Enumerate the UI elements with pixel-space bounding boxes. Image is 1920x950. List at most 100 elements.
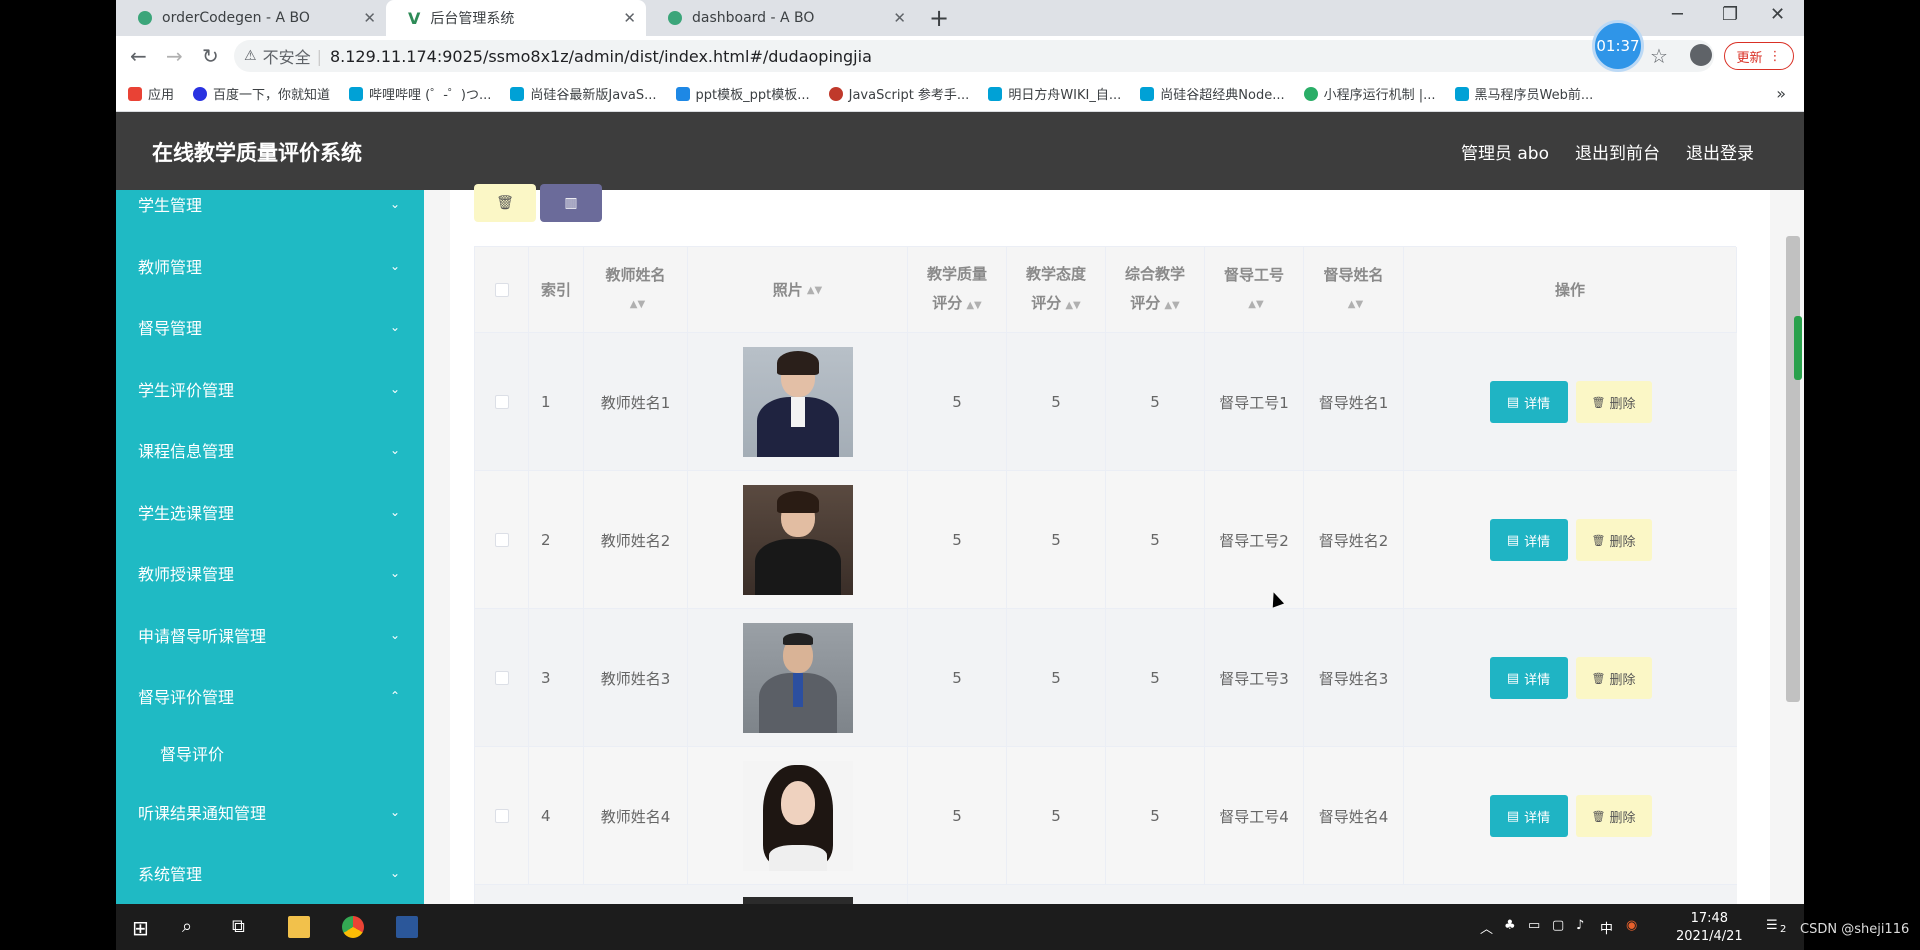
file-explorer-icon[interactable] xyxy=(288,916,310,938)
task-view-icon[interactable]: ⧉ xyxy=(232,916,245,937)
restore-icon[interactable]: ❐ xyxy=(1722,4,1738,25)
teacher-photo[interactable] xyxy=(742,761,853,871)
detail-button[interactable]: ▤ 详情 xyxy=(1489,795,1568,837)
delete-button[interactable]: 🗑 删除 xyxy=(1575,381,1652,423)
exit-to-front-link[interactable]: 退出到前台 xyxy=(1575,139,1660,164)
bookmark-baidu[interactable]: 百度一下，你就知道 xyxy=(193,84,330,103)
bookmark-ppt[interactable]: ppt模板_ppt模板... xyxy=(675,84,810,103)
tray-security-icon[interactable]: ◉ xyxy=(1626,918,1637,933)
sidebar-item-teachers[interactable]: 教师管理 ⌄ xyxy=(116,246,424,286)
row-checkbox[interactable] xyxy=(494,809,509,823)
bookmark-apps[interactable]: 应用 xyxy=(128,84,174,103)
header-quality-score[interactable]: 教学质量 评分 ▲▼ xyxy=(908,247,1007,333)
page-scrollbar[interactable] xyxy=(1786,236,1800,702)
close-window-icon[interactable]: ✕ xyxy=(1770,4,1785,25)
search-icon[interactable]: ⌕ xyxy=(182,916,192,937)
chrome-icon[interactable] xyxy=(342,916,364,938)
sidebar-item-teaching-assignments[interactable]: 教师授课管理 ⌄ xyxy=(116,553,424,593)
address-bar[interactable]: ⚠ 不安全 | 8.129.11.174:9025/ssmo8x1z/admin… xyxy=(234,40,1714,72)
sidebar-item-system[interactable]: 系统管理 ⌄ xyxy=(116,853,424,893)
header-label: 评分 xyxy=(1031,294,1062,312)
sidebar-item-courses[interactable]: 课程信息管理 ⌄ xyxy=(116,430,424,470)
bookmark-arknights[interactable]: 明日方舟WIKI_自... xyxy=(988,84,1121,103)
sort-icon[interactable]: ▲▼ xyxy=(807,276,822,305)
sidebar-subitem-supervisor-evaluation[interactable]: 督导评价 xyxy=(116,733,424,773)
insecure-label: 不安全 xyxy=(262,48,311,67)
sidebar-item-result-notifications[interactable]: 听课结果通知管理 ⌄ xyxy=(116,792,424,832)
sidebar-item-student-evaluations[interactable]: 学生评价管理 ⌄ xyxy=(116,369,424,409)
volume-icon[interactable]: ♪ xyxy=(1576,918,1584,933)
row-checkbox[interactable] xyxy=(494,671,509,685)
header-label: 评分 xyxy=(1130,294,1161,312)
header-attitude-score[interactable]: 教学态度 评分 ▲▼ xyxy=(1007,247,1106,333)
sort-icon[interactable]: ▲▼ xyxy=(966,291,981,320)
sort-icon[interactable]: ▲▼ xyxy=(1065,291,1080,320)
close-icon[interactable]: ✕ xyxy=(363,9,376,27)
tab-dashboard[interactable]: dashboard - A BO ✕ xyxy=(646,0,916,36)
header-overall-score[interactable]: 综合教学 评分 ▲▼ xyxy=(1106,247,1205,333)
row-checkbox[interactable] xyxy=(494,395,509,409)
delete-button[interactable]: 🗑 删除 xyxy=(1575,519,1652,561)
sort-icon[interactable]: ▲▼ xyxy=(630,290,645,319)
select-all-checkbox[interactable] xyxy=(494,283,509,297)
batch-delete-button[interactable]: 🗑 xyxy=(474,184,536,222)
new-tab-button[interactable]: + xyxy=(929,4,949,32)
sidebar-item-students[interactable]: 学生管理 ⌄ xyxy=(116,190,424,224)
header-supervisor-name[interactable]: 督导姓名 ▲▼ xyxy=(1304,247,1404,333)
tab-ordercodegen[interactable]: orderCodegen - A BO ✕ xyxy=(116,0,386,36)
row-attitude-score: 5 xyxy=(1007,747,1106,885)
sidebar-item-supervisor-evaluations[interactable]: 督导评价管理 ⌃ xyxy=(116,676,424,716)
sidebar-item-observation-requests[interactable]: 申请督导听课管理 ⌄ xyxy=(116,615,424,655)
sort-icon[interactable]: ▲▼ xyxy=(1164,291,1179,320)
profile-icon[interactable] xyxy=(1690,44,1712,66)
bookmark-label: 小程序运行机制 |... xyxy=(1323,88,1436,103)
notification-icon[interactable]: ☰ xyxy=(1766,918,1778,933)
minimize-icon[interactable]: ─ xyxy=(1672,4,1683,25)
sort-icon[interactable]: ▲▼ xyxy=(1248,290,1263,319)
more-bookmarks-icon[interactable]: » xyxy=(1776,84,1786,103)
forward-icon[interactable]: → xyxy=(166,44,183,68)
word-icon[interactable] xyxy=(396,916,418,938)
header-teacher-name[interactable]: 教师姓名 ▲▼ xyxy=(584,247,688,333)
logout-link[interactable]: 退出登录 xyxy=(1686,139,1754,164)
tray-app-icon[interactable]: ♣ xyxy=(1504,918,1516,933)
close-icon[interactable]: ✕ xyxy=(623,9,636,27)
teacher-photo[interactable] xyxy=(742,623,853,733)
row-attitude-score: 5 xyxy=(1007,333,1106,471)
update-button[interactable]: 更新 ⋮ xyxy=(1724,42,1794,70)
statistics-button[interactable]: ▥ xyxy=(540,184,602,222)
sort-icon[interactable]: ▲▼ xyxy=(1348,290,1363,319)
tray-chevron-icon[interactable]: ︿ xyxy=(1480,918,1493,937)
header-supervisor-id[interactable]: 督导工号 ▲▼ xyxy=(1205,247,1304,333)
header-photo[interactable]: 照片 ▲▼ xyxy=(688,247,908,333)
close-icon[interactable]: ✕ xyxy=(893,9,906,27)
tab-admin[interactable]: V 后台管理系统 ✕ xyxy=(386,0,646,36)
sidebar-item-label: 教师管理 xyxy=(138,258,203,277)
ime-indicator[interactable]: 中 xyxy=(1600,918,1613,937)
back-icon[interactable]: ← xyxy=(130,44,147,68)
sidebar-item-supervisors[interactable]: 督导管理 ⌄ xyxy=(116,307,424,347)
taskbar-clock[interactable]: 17:48 2021/4/21 xyxy=(1676,910,1743,946)
teacher-photo[interactable] xyxy=(742,347,853,457)
bookmark-heima[interactable]: 黑马程序员Web前... xyxy=(1454,84,1593,103)
bookmark-miniprogram[interactable]: 小程序运行机制 |... xyxy=(1303,84,1436,103)
detail-button[interactable]: ▤ 详情 xyxy=(1489,657,1568,699)
bookmark-atguigu-node[interactable]: 尚硅谷超经典Node... xyxy=(1140,84,1285,103)
detail-label: 详情 xyxy=(1524,534,1551,550)
detail-button[interactable]: ▤ 详情 xyxy=(1489,381,1568,423)
windows-start-icon[interactable]: ⊞ xyxy=(132,916,149,940)
row-checkbox[interactable] xyxy=(494,533,509,547)
detail-button[interactable]: ▤ 详情 xyxy=(1489,519,1568,561)
bookmark-javascript[interactable]: JavaScript 参考手... xyxy=(828,84,969,103)
bookmark-star-icon[interactable]: ☆ xyxy=(1650,44,1668,68)
network-icon[interactable]: ▢ xyxy=(1552,918,1564,933)
teacher-photo[interactable] xyxy=(742,897,853,904)
delete-button[interactable]: 🗑 删除 xyxy=(1575,795,1652,837)
bookmark-atguigu-java[interactable]: 尚硅谷最新版JavaS... xyxy=(510,84,657,103)
delete-button[interactable]: 🗑 删除 xyxy=(1575,657,1652,699)
teacher-photo[interactable] xyxy=(742,485,853,595)
bookmark-bilibili[interactable]: 哔哩哔哩 (゜-゜)つ... xyxy=(349,84,491,103)
reload-icon[interactable]: ↻ xyxy=(202,44,219,68)
delete-label: 删除 xyxy=(1609,810,1636,826)
sidebar-item-course-selection[interactable]: 学生选课管理 ⌄ xyxy=(116,492,424,532)
